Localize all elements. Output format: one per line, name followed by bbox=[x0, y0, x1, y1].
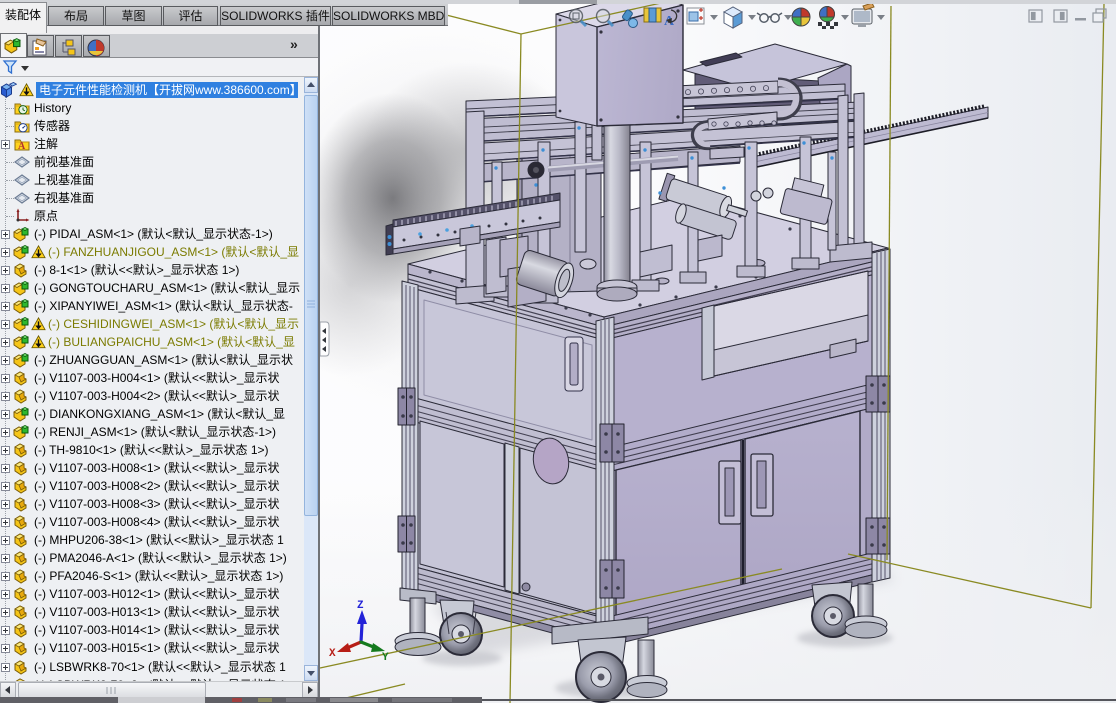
svg-text:Z: Z bbox=[357, 600, 364, 612]
svg-text:Y: Y bbox=[382, 652, 389, 664]
svg-text:X: X bbox=[329, 648, 336, 660]
